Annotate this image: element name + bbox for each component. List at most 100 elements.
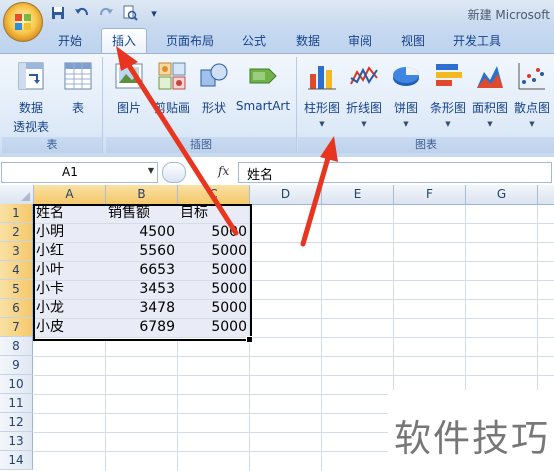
formula-input[interactable]: 姓名 — [238, 162, 552, 183]
area-chart-icon — [477, 66, 503, 88]
row-header[interactable]: 2 — [0, 223, 33, 242]
table-label: 表 — [71, 101, 84, 115]
shapes-label: 形状 — [201, 101, 226, 115]
table-icon — [64, 62, 92, 90]
group-label-tables: 表 — [2, 137, 102, 153]
column-chart-dropdown-icon: ▼ — [319, 120, 325, 128]
office-button[interactable] — [3, 2, 43, 42]
formula-cancel-enter-icon[interactable] — [162, 162, 186, 183]
tab-home[interactable]: 开始 — [48, 30, 92, 52]
print-preview-icon[interactable] — [120, 4, 140, 22]
picture-label: 图片 — [116, 101, 141, 115]
column-header-f[interactable]: F — [394, 185, 466, 204]
row-header[interactable]: 4 — [0, 261, 33, 280]
row-header[interactable]: 11 — [0, 394, 33, 413]
row-header[interactable]: 8 — [0, 337, 33, 356]
save-icon[interactable] — [48, 4, 68, 22]
column-header-a[interactable]: A — [34, 185, 106, 204]
group-tables: 数据 透视表 表 表 — [2, 57, 103, 153]
tab-data[interactable]: 数据 — [286, 30, 330, 52]
clipart-label: 剪贴画 — [153, 101, 190, 115]
clipart-button[interactable]: 剪贴画 — [150, 60, 194, 116]
column-header-d[interactable]: D — [250, 185, 322, 204]
watermark: 软件技巧 — [388, 390, 554, 471]
pivot-table-label: 数据 — [18, 101, 43, 115]
quick-access-toolbar: ▾ — [48, 4, 164, 22]
line-chart-dropdown-icon: ▼ — [361, 120, 367, 128]
column-header-b[interactable]: B — [106, 185, 178, 204]
row-header[interactable]: 9 — [0, 356, 33, 375]
pivot-table-button[interactable]: 数据 透视表 — [8, 60, 54, 135]
column-chart-icon — [308, 66, 336, 90]
row-header[interactable]: 6 — [0, 299, 33, 318]
column-header-e[interactable]: E — [322, 185, 394, 204]
clipart-icon — [158, 62, 186, 90]
picture-icon — [115, 63, 143, 89]
tab-page-layout[interactable]: 页面布局 — [158, 30, 222, 52]
insert-function-button[interactable]: fx — [218, 164, 229, 178]
tab-formulas[interactable]: 公式 — [232, 30, 276, 52]
row-header[interactable]: 1 — [0, 204, 33, 223]
name-box-dropdown-icon[interactable]: ▼ — [148, 166, 154, 175]
smartart-button[interactable]: SmartArt — [234, 60, 292, 113]
row-header[interactable]: 12 — [0, 413, 33, 432]
pie-chart-button[interactable]: 饼图 ▼ — [388, 60, 424, 128]
line-chart-button[interactable]: 折线图 ▼ — [344, 60, 384, 128]
row-header[interactable]: 7 — [0, 318, 33, 337]
bar-chart-button[interactable]: 条形图 ▼ — [428, 60, 468, 128]
column-headers: A B C D E F G — [0, 185, 554, 205]
line-chart-label: 折线图 — [345, 101, 382, 115]
row-header[interactable]: 14 — [0, 451, 33, 470]
name-box-value: A1 — [62, 165, 78, 179]
redo-icon[interactable] — [96, 4, 116, 22]
smartart-icon — [249, 68, 277, 84]
row-header[interactable]: 10 — [0, 375, 33, 394]
area-chart-button[interactable]: 面积图 ▼ — [470, 60, 510, 128]
customize-qat-icon[interactable]: ▾ — [144, 4, 164, 22]
row-header[interactable]: 13 — [0, 432, 33, 451]
formula-input-value: 姓名 — [247, 168, 274, 183]
office-logo-icon — [15, 14, 31, 30]
smartart-label: SmartArt — [235, 99, 291, 113]
fill-handle[interactable] — [246, 336, 253, 343]
gridline — [34, 356, 554, 357]
gridline — [34, 375, 554, 376]
scatter-chart-icon — [518, 63, 545, 90]
column-header-g[interactable]: G — [466, 185, 538, 204]
ribbon-tabs: 开始 插入 页面布局 公式 数据 审阅 视图 开发工具 — [0, 26, 554, 54]
name-box[interactable]: A1 ▼ — [1, 162, 158, 183]
picture-button[interactable]: 图片 — [112, 60, 146, 116]
row-header[interactable]: 5 — [0, 280, 33, 299]
column-chart-label: 柱形图 — [303, 101, 340, 115]
column-chart-button[interactable]: 柱形图 ▼ — [302, 60, 342, 128]
tab-view[interactable]: 视图 — [391, 30, 435, 52]
table-button[interactable]: 表 — [58, 60, 98, 116]
bar-chart-icon — [436, 64, 462, 86]
area-chart-label: 面积图 — [471, 101, 508, 115]
group-illustrations: 图片 剪贴画 形状 SmartArt 插图 — [106, 57, 297, 153]
shapes-button[interactable]: 形状 — [197, 60, 231, 116]
column-header-c[interactable]: C — [178, 185, 250, 204]
scatter-chart-label: 散点图 — [513, 101, 550, 115]
tab-developer[interactable]: 开发工具 — [445, 30, 509, 52]
ribbon: 数据 透视表 表 表 图片 剪贴画 形状 SmartArt 插图 柱形图 ▼ 折… — [0, 53, 554, 158]
title-bar: ▾ 新建 Microsoft — [0, 0, 554, 42]
pivot-table-label-2: 透视表 — [12, 120, 49, 134]
shapes-icon — [200, 63, 228, 87]
scatter-chart-button[interactable]: 散点图 ▼ — [512, 60, 552, 128]
row-header[interactable]: 3 — [0, 242, 33, 261]
area-chart-dropdown-icon: ▼ — [487, 120, 493, 128]
selection-border — [33, 204, 252, 341]
tab-insert[interactable]: 插入 — [101, 28, 147, 54]
tab-review[interactable]: 审阅 — [338, 30, 382, 52]
group-label-charts: 图表 — [298, 137, 554, 153]
formula-controls: fx — [160, 162, 238, 183]
watermark-text: 软件技巧 — [394, 417, 550, 460]
undo-icon[interactable] — [72, 4, 92, 22]
formula-bar: A1 ▼ fx 姓名 — [0, 157, 554, 186]
select-all-button[interactable] — [0, 185, 34, 204]
group-charts: 柱形图 ▼ 折线图 ▼ 饼图 ▼ 条形图 ▼ 面积图 ▼ 散点图 ▼ 图表 — [298, 57, 554, 153]
bar-chart-label: 条形图 — [429, 101, 466, 115]
group-label-illustrations: 插图 — [106, 137, 296, 153]
pie-chart-icon — [393, 67, 419, 86]
